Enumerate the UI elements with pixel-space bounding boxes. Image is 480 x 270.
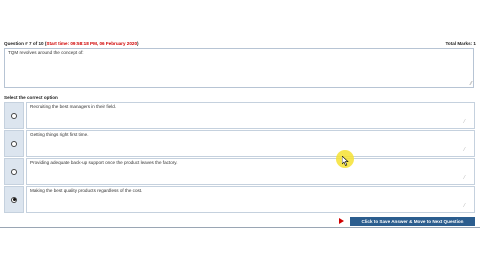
- resize-grip-icon: ⁄: [464, 175, 465, 181]
- option-radio-cell-2[interactable]: [4, 130, 24, 157]
- footer-divider: [0, 227, 480, 228]
- option-radio-cell-3[interactable]: [4, 158, 24, 185]
- option-radio-4[interactable]: [11, 196, 17, 203]
- select-option-label: Select the correct option: [4, 95, 58, 100]
- option-text-1: Recruiting the best managers in their fi…: [30, 104, 117, 109]
- question-text: TQM revolves around the concept of:: [8, 50, 84, 55]
- option-row-4: Making the best quality products regardl…: [4, 186, 475, 213]
- option-text-box-4: Making the best quality products regardl…: [26, 186, 475, 213]
- resize-grip-icon: ⁄: [464, 119, 465, 125]
- mouse-pointer-icon: [342, 156, 349, 166]
- arrow-right-icon: [339, 218, 344, 224]
- question-header: Question # 7 of 10 (Start time: 09:58:18…: [4, 39, 476, 48]
- option-row-3: Providing adequate back-up support once …: [4, 158, 475, 185]
- resize-grip-icon[interactable]: ⁄⁄: [470, 81, 472, 87]
- option-radio-3[interactable]: [11, 168, 17, 175]
- total-marks: Total Marks: 1: [445, 41, 476, 46]
- option-row-2: Getting things right first time. ⁄: [4, 130, 475, 157]
- option-text-box-3: Providing adequate back-up support once …: [26, 158, 475, 185]
- option-text-box-2: Getting things right first time. ⁄: [26, 130, 475, 157]
- top-bar: [0, 0, 480, 38]
- resize-grip-icon: ⁄: [464, 147, 465, 153]
- option-text-box-1: Recruiting the best managers in their fi…: [26, 102, 475, 129]
- resize-grip-icon: ⁄: [464, 203, 465, 209]
- option-radio-cell-1[interactable]: [4, 102, 24, 129]
- save-and-next-button[interactable]: Click to Save Answer & Move to Next Ques…: [350, 217, 475, 226]
- option-text-2: Getting things right first time.: [30, 132, 89, 137]
- option-text-4: Making the best quality products regardl…: [30, 188, 143, 193]
- radio-selected-dot: [12, 198, 16, 201]
- option-radio-1[interactable]: [11, 112, 17, 119]
- start-time: Start time: 09:58:18 PM, 06 February 202…: [46, 41, 138, 46]
- option-radio-cell-4[interactable]: [4, 186, 24, 213]
- option-row-1: Recruiting the best managers in their fi…: [4, 102, 475, 129]
- question-text-area: TQM revolves around the concept of: ⁄⁄: [4, 48, 474, 88]
- option-text-3: Providing adequate back-up support once …: [30, 160, 178, 165]
- bottom-bar: [0, 229, 480, 270]
- question-number: Question # 7 of 10 (Start time: 09:58:18…: [4, 41, 139, 46]
- option-radio-2[interactable]: [11, 140, 17, 147]
